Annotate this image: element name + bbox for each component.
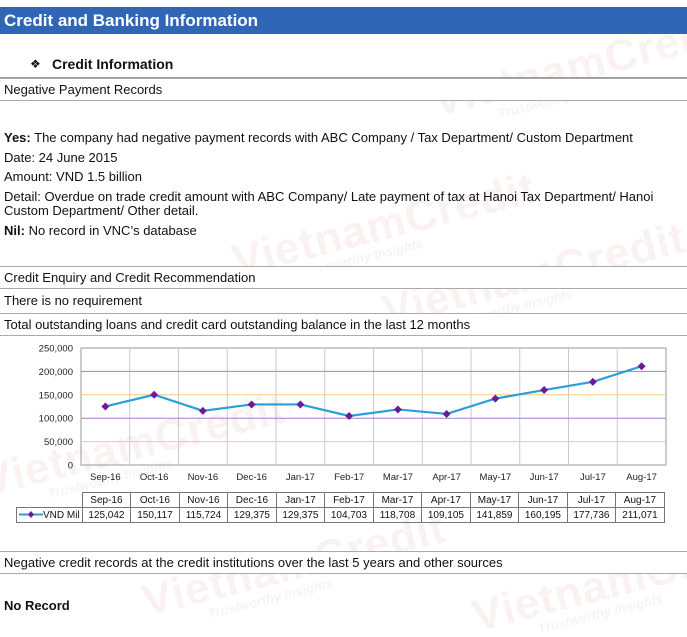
- x-tick-label: Aug-17: [626, 472, 657, 483]
- data-point: [345, 411, 354, 420]
- line-chart: 0 50,000 100,000 150,000 200,000 250,000 Sep-1…: [39, 344, 667, 483]
- credit-enquiry-section-label: Credit Enquiry and Credit Recommendation: [0, 266, 687, 289]
- y-tick-label: 150,000: [39, 390, 73, 401]
- y-tick-label: 100,000: [39, 414, 73, 425]
- table-legend-cell: VND Mil: [16, 507, 83, 523]
- table-category-cell: Sep-16: [81, 492, 132, 508]
- legend-series-name: VND Mil: [43, 509, 80, 521]
- table-category-cell: Oct-16: [130, 492, 180, 508]
- table-value-cell: 118,708: [372, 507, 423, 523]
- negative-credit-section-label: Negative credit records at the credit in…: [0, 551, 687, 574]
- table-value-cell: 141,859: [469, 507, 520, 523]
- nil-label: Nil:: [4, 223, 25, 238]
- table-value-cell: 177,736: [566, 507, 617, 523]
- table-value-cell: 211,071: [615, 507, 665, 523]
- data-point: [296, 400, 305, 409]
- table-category-cell: Dec-16: [227, 492, 277, 508]
- data-point: [101, 402, 110, 411]
- x-tick-label: Jun-17: [530, 472, 559, 483]
- table-category-cell: Feb-17: [324, 492, 374, 508]
- table-value-cell: 129,375: [227, 507, 277, 523]
- table-category-cell: Jul-17: [566, 492, 617, 508]
- negative-payment-section-label: Negative Payment Records: [0, 78, 687, 101]
- y-tick-label: 50,000: [44, 437, 73, 448]
- nil-line: Nil: No record in VNC’s database: [4, 223, 197, 238]
- yes-text: The company had negative payment records…: [30, 130, 633, 145]
- x-tick-label: May-17: [480, 472, 512, 483]
- table-category-cell: Aug-17: [615, 492, 665, 508]
- amount-line: Amount: VND 1.5 billion: [4, 169, 143, 184]
- table-category-cell: Jun-17: [518, 492, 568, 508]
- table-category-cell: Apr-17: [421, 492, 471, 508]
- data-point: [637, 362, 646, 371]
- data-point: [247, 400, 256, 409]
- table-value-cell: 109,105: [421, 507, 471, 523]
- yes-label: Yes:: [4, 130, 31, 145]
- x-tick-label: Jul-17: [580, 472, 606, 483]
- data-point: [540, 386, 549, 395]
- data-point: [198, 406, 207, 415]
- table-category-cell: Mar-17: [372, 492, 423, 508]
- table-category-cell: May-17: [469, 492, 520, 508]
- table-header-row: Sep-16 Oct-16 Nov-16 Dec-16 Jan-17 Feb-17 Mar-…: [16, 492, 665, 508]
- x-tick-label: Dec-16: [236, 472, 267, 483]
- table-category-cell: Nov-16: [178, 492, 229, 508]
- x-tick-label: Feb-17: [334, 472, 364, 483]
- y-tick-label: 200,000: [39, 367, 73, 378]
- table-category-cell: Jan-17: [275, 492, 326, 508]
- data-point: [442, 409, 451, 418]
- x-tick-label: Mar-17: [383, 472, 413, 483]
- y-tick-label: 250,000: [39, 344, 73, 355]
- credit-information-header: ❖ Credit Information: [0, 52, 687, 78]
- page-title: Credit and Banking Information: [0, 7, 687, 34]
- x-tick-label: Jan-17: [286, 472, 315, 483]
- table-value-cell: 125,042: [81, 507, 132, 523]
- legend-line-icon: [19, 511, 43, 519]
- table-value-cell: 129,375: [275, 507, 326, 523]
- x-tick-label: Sep-16: [90, 472, 121, 483]
- table-value-cell: 104,703: [324, 507, 374, 523]
- x-tick-label: Oct-16: [140, 472, 169, 483]
- table-value-cell: 150,117: [130, 507, 180, 523]
- table-value-cell: 160,195: [518, 507, 568, 523]
- date-line: Date: 24 June 2015: [4, 150, 118, 165]
- table-value-row: VND Mil 125,042 150,117 115,724 129,375 129,…: [16, 507, 665, 523]
- x-tick-label: Apr-17: [432, 472, 461, 483]
- credit-information-title: Credit Information: [52, 56, 174, 72]
- diamond-bullet-icon: ❖: [30, 57, 41, 71]
- y-tick-label: 0: [68, 461, 73, 472]
- detail-line-1: Detail: Overdue on trade credit amount w…: [4, 189, 654, 204]
- table-corner-cell: [16, 492, 83, 508]
- outstanding-section-label: Total outstanding loans and credit card …: [0, 313, 687, 336]
- nil-text: No record in VNC’s database: [24, 223, 197, 238]
- chart-data-table: Sep-16 Oct-16 Nov-16 Dec-16 Jan-17 Feb-17 Mar-…: [16, 492, 665, 523]
- watermark-brand: VietnamCredit: [467, 518, 687, 637]
- table-value-cell: 115,724: [178, 507, 229, 523]
- data-point: [150, 390, 159, 399]
- x-tick-label: Nov-16: [188, 472, 219, 483]
- watermark-6: VietnamCredit Trustworthy Insights: [467, 518, 687, 637]
- data-point: [491, 394, 500, 403]
- yes-line: Yes: The company had negative payment re…: [4, 130, 633, 145]
- data-point: [393, 405, 402, 414]
- no-record-text: No Record: [4, 598, 70, 613]
- data-point: [588, 377, 597, 386]
- detail-line-2: Custom Department/ Other detail.: [4, 203, 199, 218]
- credit-enquiry-text: There is no requirement: [4, 293, 143, 308]
